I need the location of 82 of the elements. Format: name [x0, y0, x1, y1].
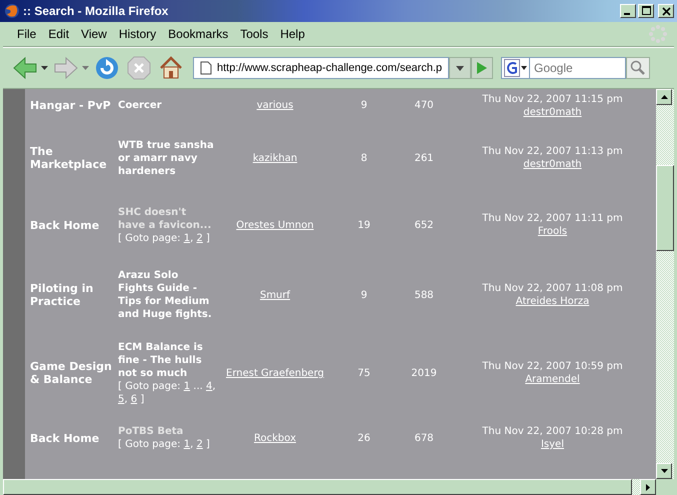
views-count: 470: [414, 100, 434, 111]
forum-name: Hangar - PvP: [30, 99, 111, 112]
author-link[interactable]: Rockbox: [254, 432, 296, 444]
page-links: [ Goto page: 1, 2 ]: [118, 232, 211, 244]
page-link[interactable]: 5: [118, 394, 124, 404]
menu-item[interactable]: Edit: [42, 25, 76, 43]
author-link[interactable]: Orestes Umnon: [236, 220, 314, 230]
vertical-scrollbar[interactable]: [656, 89, 674, 479]
last-post-time: Thu Nov 22, 2007 11:11 pm: [481, 212, 624, 225]
topic-title[interactable]: ECM Balance is fine - The hulls not so much: [118, 340, 216, 380]
forum-name: Piloting in Practice: [30, 282, 94, 308]
replies-count: 8: [360, 152, 368, 164]
replies-count: 9: [360, 290, 368, 300]
minimize-button[interactable]: [620, 4, 636, 18]
replies-count: 19: [358, 220, 370, 230]
topic-title[interactable]: SHC doesn't have a favicon...: [118, 206, 216, 232]
page-link[interactable]: 1: [184, 439, 190, 450]
dropdown-caret-icon[interactable]: [41, 66, 48, 70]
page-link[interactable]: 2: [196, 232, 203, 244]
last-poster-link[interactable]: destr0math: [523, 106, 582, 118]
close-icon: [662, 6, 670, 16]
last-poster-link[interactable]: Atreides Horza: [516, 296, 590, 307]
topic-title[interactable]: Arazu Solo Fights Guide - Tips for Medium and Huge fights.: [118, 269, 216, 321]
menu-item[interactable]: Bookmarks: [162, 25, 234, 43]
caret-icon: [521, 66, 527, 70]
page-links: [ Goto page: 1, 2 ]: [118, 438, 211, 451]
last-poster-link[interactable]: Aramendel: [525, 374, 580, 385]
history-dropdown-button[interactable]: [449, 57, 471, 79]
menu-item[interactable]: View: [75, 25, 113, 43]
topic-title[interactable]: Coercer: [118, 99, 216, 112]
maximize-button[interactable]: [638, 4, 654, 18]
throbber-icon: [648, 24, 668, 44]
views-count: 2019: [411, 368, 437, 378]
last-post-time: Thu Nov 22, 2007 10:28 pm: [481, 425, 624, 438]
maximize-icon: [642, 6, 650, 15]
forum-name: The Marketplace: [30, 145, 107, 171]
forum-name: Back Home: [30, 218, 100, 232]
globe-icon: [4, 3, 20, 19]
search-engine-button[interactable]: [501, 57, 530, 79]
last-post-time: Thu Nov 22, 2007 11:08 pm: [481, 282, 624, 295]
views-count: 588: [414, 290, 434, 300]
menu-item[interactable]: Help: [274, 25, 311, 43]
last-poster-link[interactable]: Frools: [538, 226, 568, 237]
author-link[interactable]: kazikhan: [252, 152, 298, 164]
author-link[interactable]: various: [256, 100, 294, 111]
replies-count: 9: [360, 100, 368, 111]
forum-name: Back Home: [30, 432, 100, 444]
page-link[interactable]: 1: [184, 232, 190, 244]
page-link[interactable]: 1: [184, 380, 190, 392]
author-link[interactable]: Smurf: [260, 290, 290, 300]
window-title: :: Search - Mozilla Firefox: [23, 4, 170, 18]
last-poster-link[interactable]: Isyel: [540, 439, 564, 450]
page-link[interactable]: 6: [130, 394, 138, 404]
topic-title[interactable]: WTB true sansha or amarr navy hardeners: [118, 138, 216, 178]
scroll-thumb[interactable]: [656, 165, 674, 251]
last-post-time: Thu Nov 22, 2007 10:59 pm: [481, 360, 624, 373]
menu-item[interactable]: History: [112, 25, 162, 43]
page-icon: [200, 61, 212, 75]
last-post-time: Thu Nov 22, 2007 11:13 pm: [481, 145, 624, 158]
views-count: 652: [414, 220, 434, 230]
menu-item[interactable]: File: [11, 25, 42, 43]
last-poster-link[interactable]: destr0math: [523, 159, 582, 170]
last-post-time: Thu Nov 22, 2007 11:15 pm: [481, 92, 624, 106]
views-count: 261: [414, 152, 434, 164]
page-links: [ Goto page: 1 ... 4, 5, 6 ]: [118, 380, 216, 406]
home-button[interactable]: [158, 55, 184, 81]
page-link[interactable]: 2: [196, 439, 203, 450]
author-link[interactable]: Ernest Graefenberg: [226, 368, 324, 378]
caret-icon: [456, 66, 464, 70]
replies-count: 26: [358, 432, 370, 444]
forum-name: Game Design & Balance: [30, 360, 112, 386]
play-arrow-icon: [476, 61, 488, 75]
close-button[interactable]: [658, 4, 674, 18]
address-field[interactable]: http://www.scrapheap-challenge.com/search.p: [193, 57, 449, 79]
reload-button[interactable]: [94, 55, 120, 81]
search-button[interactable]: [626, 57, 650, 79]
views-count: 678: [414, 432, 434, 444]
menu-item[interactable]: Tools: [234, 25, 274, 43]
topic-title[interactable]: PoTBS Beta: [118, 425, 216, 438]
page-link[interactable]: 4: [206, 380, 212, 392]
replies-count: 75: [358, 368, 370, 378]
search-field[interactable]: Google: [530, 57, 626, 79]
